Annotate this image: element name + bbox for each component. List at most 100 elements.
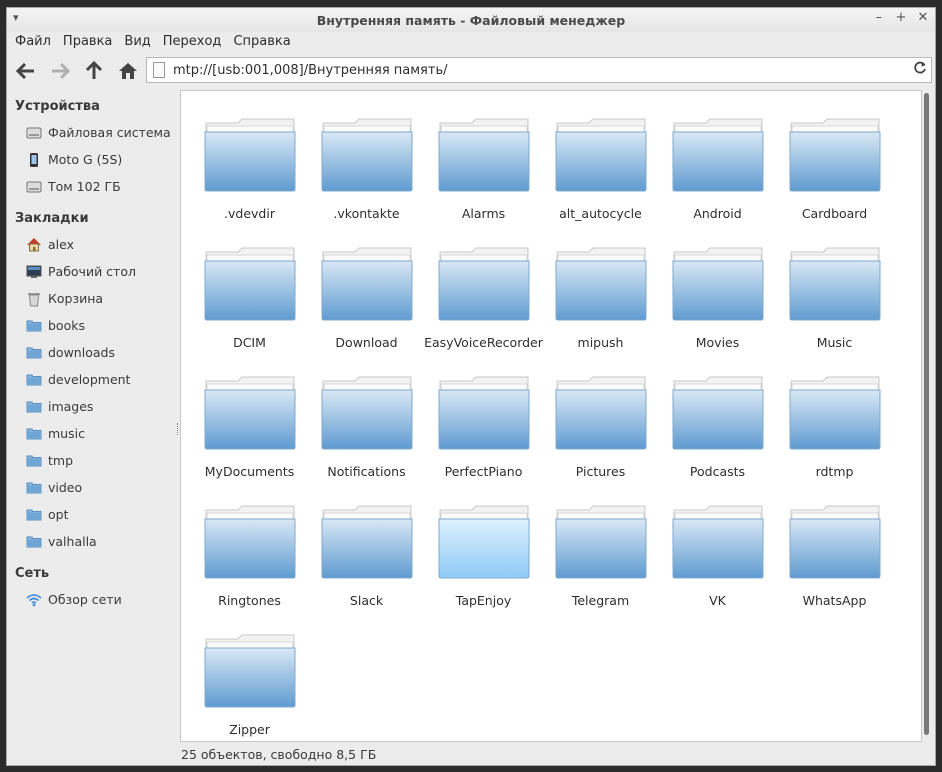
sidebar-item-label: Корзина (48, 291, 104, 306)
folder-label: Alarms (461, 206, 506, 221)
folder-icon (204, 247, 295, 321)
folder-label: WhatsApp (802, 593, 867, 608)
folder-item[interactable]: Cardboard (776, 117, 893, 246)
address-text[interactable]: mtp://[usb:001,008]/Внутренняя память/ (173, 63, 909, 78)
sidebar-item[interactable]: images (7, 393, 177, 420)
folder-item[interactable]: WhatsApp (776, 504, 893, 633)
folder-item[interactable]: Zipper (191, 633, 308, 741)
folder-icon (25, 399, 43, 415)
sidebar-item[interactable]: alex (7, 231, 177, 258)
up-button[interactable] (79, 57, 109, 85)
sidebar-item[interactable]: Обзор сети (7, 586, 177, 613)
sidebar-item[interactable]: music (7, 420, 177, 447)
folder-item[interactable]: Android (659, 117, 776, 246)
sidebar-item[interactable]: tmp (7, 447, 177, 474)
title-bar[interactable]: ▾ Внутренняя память - Файловый менеджер … (7, 8, 935, 32)
folder-icon (555, 505, 646, 579)
menu-bar: Файл Правка Вид Переход Справка (7, 32, 935, 54)
folder-view[interactable]: .vdevdir .vkontakte Alarms alt_autocycle And… (180, 90, 922, 742)
folder-label: Download (335, 335, 398, 350)
folder-item[interactable]: MyDocuments (191, 375, 308, 504)
sidebar-item[interactable]: downloads (7, 339, 177, 366)
sidebar-item-label: music (48, 426, 85, 441)
folder-label: Android (693, 206, 742, 221)
folder-label: Movies (695, 335, 740, 350)
folder-item[interactable]: .vkontakte (308, 117, 425, 246)
sidebar-item[interactable]: opt (7, 501, 177, 528)
maximize-icon[interactable]: + (895, 10, 907, 25)
folder-icon (438, 376, 529, 450)
folder-item[interactable]: Movies (659, 246, 776, 375)
sidebar-item[interactable]: Корзина (7, 285, 177, 312)
close-icon[interactable]: ✕ (917, 10, 929, 25)
vertical-scrollbar[interactable] (922, 90, 932, 742)
sidebar-item[interactable]: video (7, 474, 177, 501)
sidebar-item[interactable]: valhalla (7, 528, 177, 555)
folder-icon (204, 634, 295, 708)
minimize-icon[interactable]: – (873, 10, 885, 25)
main-area: Устройства Файловая система Moto G (5S) Том… (7, 88, 935, 742)
folder-icon (25, 372, 43, 388)
folder-item[interactable]: VK (659, 504, 776, 633)
phone-icon (25, 152, 43, 168)
folder-icon (321, 505, 412, 579)
menu-item[interactable]: Вид (118, 32, 156, 54)
folder-icon (204, 505, 295, 579)
sidebar-item-label: alex (48, 237, 75, 252)
folder-item[interactable]: Slack (308, 504, 425, 633)
folder-label: alt_autocycle (559, 206, 642, 221)
sidebar-section-bookmarks: Закладки (15, 211, 89, 226)
sidebar-item-label: Обзор сети (48, 592, 122, 607)
home-button[interactable] (113, 57, 143, 85)
window-title: Внутренняя память - Файловый менеджер (316, 13, 626, 28)
folder-label: Ringtones (218, 593, 281, 608)
folder-item[interactable]: rdtmp (776, 375, 893, 504)
home-icon (25, 237, 43, 253)
folder-item[interactable]: PerfectPiano (425, 375, 542, 504)
folder-item[interactable]: DCIM (191, 246, 308, 375)
folder-icon (438, 505, 529, 579)
sidebar-item[interactable]: Рабочий стол (7, 258, 177, 285)
folder-label: Zipper (229, 722, 270, 737)
reload-button[interactable] (909, 61, 931, 79)
sidebar-item-label: Moto G (5S) (48, 152, 123, 167)
folder-label: EasyVoiceRecorder (424, 335, 543, 350)
folder-label: Pictures (575, 464, 626, 479)
menu-item[interactable]: Файл (9, 32, 57, 54)
menu-item[interactable]: Справка (227, 32, 296, 54)
up-arrow-icon (85, 61, 103, 79)
sidebar-item[interactable]: Moto G (5S) (7, 146, 177, 173)
menu-item[interactable]: Переход (157, 32, 228, 54)
folder-item[interactable]: Pictures (542, 375, 659, 504)
folder-label: Notifications (327, 464, 406, 479)
sidebar: Устройства Файловая система Moto G (5S) Том… (7, 88, 177, 742)
scrollbar-thumb[interactable] (924, 93, 929, 735)
forward-button[interactable] (45, 57, 75, 85)
folder-icon (321, 247, 412, 321)
menu-item[interactable]: Правка (57, 32, 118, 54)
sidebar-item[interactable]: Файловая система (7, 119, 177, 146)
sidebar-item[interactable]: development (7, 366, 177, 393)
folder-item[interactable]: Notifications (308, 375, 425, 504)
home-icon (119, 63, 137, 79)
sidebar-item-label: Том 102 ГБ (48, 179, 121, 194)
status-bar: 25 объектов, свободно 8,5 ГБ (7, 742, 935, 765)
folder-item[interactable]: EasyVoiceRecorder (424, 246, 543, 375)
sidebar-item-label: Рабочий стол (48, 264, 136, 279)
folder-item[interactable]: Ringtones (191, 504, 308, 633)
folder-item[interactable]: Telegram (542, 504, 659, 633)
folder-item[interactable]: .vdevdir (191, 117, 308, 246)
folder-item[interactable]: mipush (542, 246, 659, 375)
address-bar[interactable]: mtp://[usb:001,008]/Внутренняя память/ (146, 57, 932, 83)
sidebar-item-label: books (48, 318, 85, 333)
back-button[interactable] (11, 57, 41, 85)
folder-item[interactable]: Music (776, 246, 893, 375)
sidebar-item[interactable]: books (7, 312, 177, 339)
folder-item[interactable]: Alarms (425, 117, 542, 246)
sidebar-item[interactable]: Том 102 ГБ (7, 173, 177, 200)
folder-item[interactable]: alt_autocycle (542, 117, 659, 246)
folder-icon (789, 118, 880, 192)
folder-item[interactable]: TapEnjoy (425, 504, 542, 633)
folder-item[interactable]: Podcasts (659, 375, 776, 504)
folder-item[interactable]: Download (308, 246, 425, 375)
